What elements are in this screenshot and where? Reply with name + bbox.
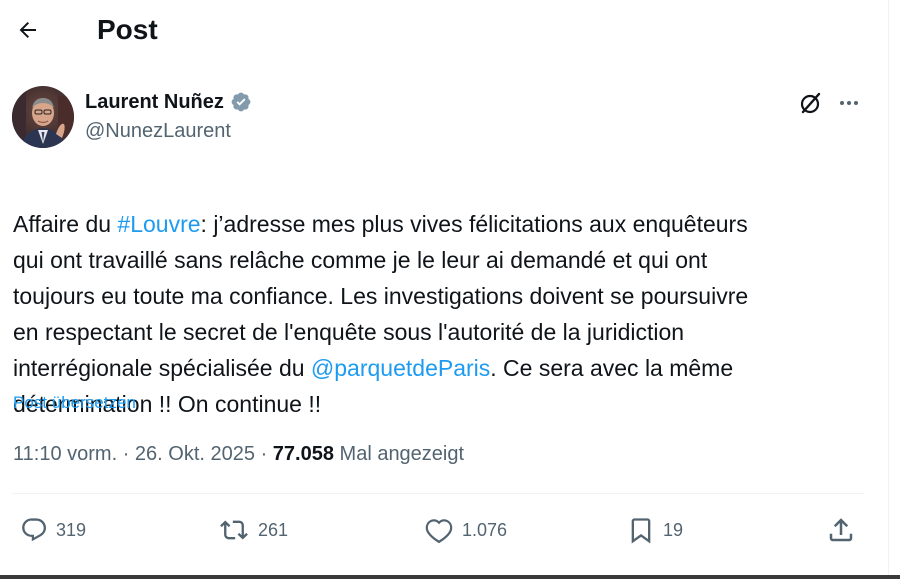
repost-button[interactable]: 261: [218, 510, 288, 550]
page-title: Post: [97, 14, 158, 45]
bookmark-icon: [631, 518, 651, 544]
translate-post-link[interactable]: Post übersetzen: [13, 392, 136, 414]
more-horizontal-icon: [840, 101, 858, 105]
post-time[interactable]: 11:10 vorm.: [13, 443, 117, 465]
meta-separator: ·: [122, 443, 130, 465]
reply-icon: [22, 518, 47, 542]
page-header: Post: [0, 0, 888, 60]
window-bottom-border: [0, 575, 900, 579]
avatar[interactable]: [12, 86, 74, 148]
back-button[interactable]: [10, 12, 46, 48]
more-button[interactable]: [834, 88, 864, 118]
bookmark-count: 19: [663, 519, 684, 540]
repost-icon: [220, 520, 248, 540]
repost-count: 261: [258, 519, 289, 540]
avatar-image: [12, 86, 74, 148]
divider: [12, 493, 864, 494]
share-icon: [829, 518, 853, 542]
post-date[interactable]: 26. Okt. 2025: [135, 443, 255, 465]
author-name[interactable]: Laurent Nuñez: [85, 90, 252, 114]
reply-button[interactable]: 319: [20, 510, 86, 550]
mention-link[interactable]: @parquetdeParis: [311, 355, 490, 381]
hashtag-link[interactable]: #Louvre: [117, 211, 200, 237]
post-meta: 11:10 vorm. · 26. Okt. 2025 · 77.058 Mal…: [13, 441, 464, 467]
like-count: 1.076: [462, 519, 508, 540]
post-page: Post Laurent Nuñez @NunezLaurent Affaire…: [0, 0, 900, 579]
arrow-left-icon: [19, 22, 36, 38]
grok-button[interactable]: [796, 88, 826, 118]
bookmark-button[interactable]: 19: [627, 510, 683, 550]
column-divider: [888, 0, 889, 579]
views-count: 77.058: [272, 443, 334, 465]
meta-separator: ·: [260, 443, 268, 465]
author-name-text: Laurent Nuñez: [85, 91, 224, 113]
post-text: Affaire du #Louvre: j’adresse mes plus v…: [13, 170, 875, 422]
author-handle[interactable]: @NunezLaurent: [85, 119, 231, 143]
reply-count: 319: [56, 519, 87, 540]
views-label: Mal angezeigt: [339, 443, 465, 465]
heart-icon: [425, 519, 453, 544]
verified-badge-icon: [231, 92, 251, 112]
grok-icon: [800, 92, 821, 114]
like-button[interactable]: 1.076: [424, 510, 507, 550]
post-text-part: Affaire du: [13, 211, 118, 237]
share-button[interactable]: [826, 510, 856, 550]
